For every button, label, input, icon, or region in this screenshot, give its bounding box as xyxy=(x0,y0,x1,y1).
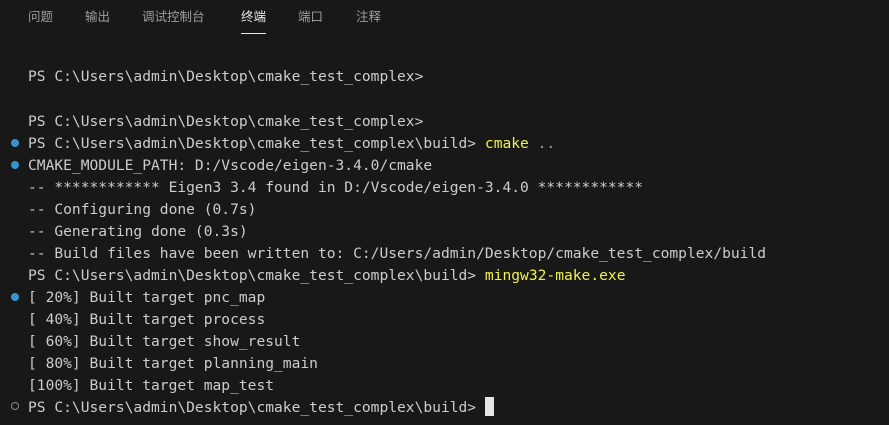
terminal-line-output: -- ************ Eigen3 3.4 found in D:/V… xyxy=(28,179,644,196)
command-success-decoration-icon[interactable] xyxy=(11,139,19,147)
terminal-line-prompt: PS C:\Users\admin\Desktop\cmake_test_com… xyxy=(28,68,424,85)
command-args: .. xyxy=(537,135,556,152)
terminal-line-prompt: PS C:\Users\admin\Desktop\cmake_test_com… xyxy=(28,113,424,130)
command-success-decoration-icon[interactable] xyxy=(11,161,19,169)
terminal-line-command: PS C:\Users\admin\Desktop\cmake_test_com… xyxy=(28,133,555,155)
terminal-line-output: [ 40%] Built target process xyxy=(28,311,266,328)
tab-debug-console[interactable]: 调试控制台 xyxy=(142,0,205,34)
command-text: mingw32-make.exe xyxy=(484,267,626,284)
terminal-line-prompt: PS C:\Users\admin\Desktop\cmake_test_com… xyxy=(28,397,494,419)
prompt-text: PS C:\Users\admin\Desktop\cmake_test_com… xyxy=(28,267,477,284)
tab-comments[interactable]: 注释 xyxy=(356,0,381,34)
prompt-text: PS C:\Users\admin\Desktop\cmake_test_com… xyxy=(28,135,477,152)
command-pending-decoration-icon[interactable] xyxy=(11,402,19,410)
terminal-line-output: -- Generating done (0.3s) xyxy=(28,223,248,240)
terminal-line-command: PS C:\Users\admin\Desktop\cmake_test_com… xyxy=(28,265,626,287)
tab-problems[interactable]: 问题 xyxy=(28,0,53,34)
terminal-line-output: -- Build files have been written to: C:/… xyxy=(28,245,767,262)
command-text: cmake xyxy=(484,135,529,152)
terminal-line-output: [100%] Built target map_test xyxy=(28,377,275,394)
tab-terminal[interactable]: 终端 xyxy=(241,0,267,34)
panel-tab-bar: 问题 输出 调试控制台 终端 端口 注释 xyxy=(0,0,889,36)
tab-ports[interactable]: 端口 xyxy=(298,0,323,34)
terminal-line-output: [ 60%] Built target show_result xyxy=(28,333,301,350)
terminal-line-output: CMAKE_MODULE_PATH: D:/Vscode/eigen-3.4.0… xyxy=(28,157,433,174)
prompt-text: PS C:\Users\admin\Desktop\cmake_test_com… xyxy=(28,399,477,416)
terminal-cursor xyxy=(484,397,494,416)
tab-output[interactable]: 输出 xyxy=(85,0,110,34)
terminal-line-output: [ 20%] Built target pnc_map xyxy=(28,289,266,306)
terminal-line-output: -- Configuring done (0.7s) xyxy=(28,201,257,218)
terminal-line-output: [ 80%] Built target planning_main xyxy=(28,355,318,372)
command-success-decoration-icon[interactable] xyxy=(11,293,19,301)
